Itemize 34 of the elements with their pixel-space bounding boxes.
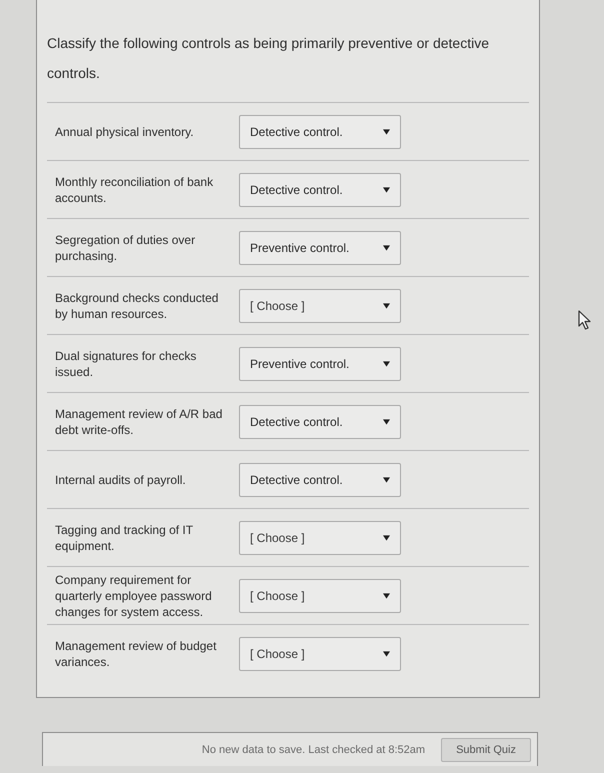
control-label: Annual physical inventory. (54, 124, 195, 140)
save-status-text: No new data to save. Last checked at 8:52am (202, 744, 426, 756)
caret-icon (383, 244, 390, 250)
control-label: Management review of budget variances. (54, 638, 218, 670)
caret-icon (383, 186, 390, 192)
control-label: Tagging and tracking of IT equipment. (54, 522, 194, 554)
caret-icon (383, 128, 390, 134)
control-label: Company requirement for quarterly employee password changes for system access. (54, 572, 213, 620)
caret-icon (383, 476, 390, 482)
answer-dropdown[interactable]: Preventive control. (239, 346, 401, 380)
answer-dropdown[interactable]: Preventive control. (239, 230, 401, 264)
submit-quiz-button[interactable]: Submit Quiz (441, 738, 531, 762)
control-label: Management review of A/R bad debt write-offs. (54, 406, 224, 438)
question-prompt: Classify the following controls as being primarily preventive or detective controls. (47, 34, 490, 83)
control-label: Internal audits of payroll. (54, 472, 187, 488)
answer-dropdown[interactable]: [ Choose ] (239, 288, 401, 322)
control-label: Segregation of duties over purchasing. (54, 232, 196, 264)
caret-icon (383, 592, 390, 598)
answer-dropdown[interactable]: [ Choose ] (239, 520, 401, 554)
caret-icon (383, 302, 390, 308)
caret-icon (383, 418, 390, 424)
caret-icon (383, 360, 390, 366)
control-label: Background checks conducted by human resources. (54, 290, 220, 322)
answer-dropdown[interactable]: [ Choose ] (239, 578, 401, 612)
caret-icon (383, 534, 390, 540)
answer-dropdown[interactable]: Detective control. (239, 172, 401, 206)
answer-dropdown[interactable]: Detective control. (239, 114, 401, 148)
control-label: Dual signatures for checks issued. (54, 348, 198, 380)
caret-icon (383, 651, 390, 657)
mouse-pointer-icon (578, 310, 592, 330)
answer-dropdown[interactable]: Detective control. (239, 404, 401, 438)
answer-dropdown[interactable]: [ Choose ] (239, 637, 401, 671)
control-label: Monthly reconciliation of bank accounts. (54, 174, 214, 206)
answer-dropdown[interactable]: Detective control. (239, 462, 401, 496)
